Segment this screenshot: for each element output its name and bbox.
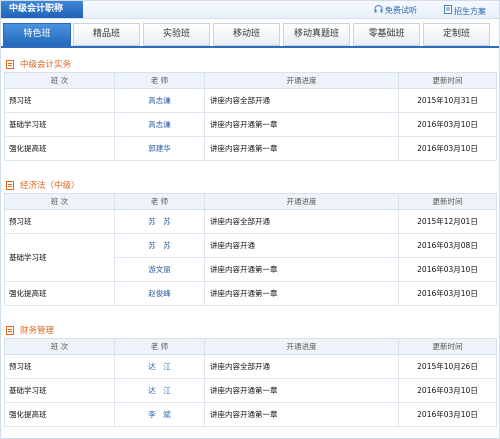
headphones-icon [374, 5, 383, 16]
col-class: 班 次 [4, 338, 115, 355]
table-row: 预习班 高志谦 讲座内容全部开通 2015年10月31日 [4, 88, 497, 113]
top-bar: 中级会计职称 免费试听 招生方案 [1, 1, 499, 19]
progress-text: 讲座内容开通第一章 [204, 281, 399, 306]
tab-premium[interactable]: 精品班 [73, 23, 140, 46]
list-icon [6, 326, 14, 335]
update-time: 2015年10月26日 [398, 354, 497, 379]
update-time: 2016年03月10日 [398, 281, 497, 306]
table-row: 强化提高班 郭建华 讲座内容开通第一章 2016年03月10日 [4, 136, 497, 161]
tab-experimental[interactable]: 实验班 [143, 23, 210, 46]
section-financial-management: 财务管理 班 次 老 师 开通进度 更新时间 预习班 达 江 讲座内容全部开通 … [4, 324, 497, 427]
table-row: 预习班 达 江 讲座内容全部开通 2015年10月26日 [4, 354, 497, 379]
free-trial-link[interactable]: 免费试听 [374, 5, 417, 16]
progress-text: 讲座内容开通第一章 [204, 402, 399, 427]
section-economic-law: 经济法（中级） 班 次 老 师 开通进度 更新时间 预习班 苏 苏 讲座内容全部… [4, 179, 497, 306]
schedule-table: 班 次 老 师 开通进度 更新时间 预习班 苏 苏 讲座内容全部开通 2015年… [4, 193, 497, 306]
col-update-time: 更新时间 [398, 72, 497, 89]
teacher-link[interactable]: 郭建华 [114, 136, 205, 161]
section-header: 财务管理 [4, 324, 496, 338]
col-update-time: 更新时间 [398, 193, 497, 210]
teacher-link[interactable]: 高志谦 [114, 112, 205, 137]
section-intermediate-accounting: 中级会计实务 班 次 老 师 开通进度 更新时间 预习班 高志谦 讲座内容全部开… [4, 58, 497, 161]
teacher-link[interactable]: 达 江 [114, 354, 205, 379]
table-row: 强化提高班 赵俊峰 讲座内容开通第一章 2016年03月10日 [4, 281, 497, 306]
class-name: 预习班 [4, 209, 115, 234]
class-name: 强化提高班 [4, 402, 115, 427]
class-name: 基础学习班 [4, 112, 115, 137]
class-name: 强化提高班 [4, 136, 115, 161]
section-header: 中级会计实务 [4, 58, 496, 72]
progress-text: 讲座内容开通第一章 [204, 257, 399, 282]
progress-text: 讲座内容全部开通 [204, 209, 399, 234]
tab-mobile-exam[interactable]: 移动真题班 [283, 23, 350, 46]
table-row: 基础学习班 苏 苏 讲座内容开通 2016年03月08日 [4, 233, 497, 282]
teacher-link[interactable]: 高志谦 [114, 88, 205, 113]
teacher-link[interactable]: 达 江 [114, 378, 205, 403]
class-name: 预习班 [4, 88, 115, 113]
tab-special[interactable]: 特色班 [3, 23, 71, 46]
tab-underline [1, 46, 499, 48]
class-name: 基础学习班 [4, 378, 115, 403]
progress-text: 讲座内容开通第一章 [204, 136, 399, 161]
section-title: 中级会计实务 [20, 60, 72, 70]
col-progress: 开通进度 [204, 72, 399, 89]
section-title: 经济法（中级） [20, 181, 80, 191]
table-row: 强化提高班 李 斌 讲座内容开通第一章 2016年03月10日 [4, 402, 497, 427]
col-teacher: 老 师 [114, 338, 205, 355]
document-icon [444, 5, 452, 17]
col-teacher: 老 师 [114, 193, 205, 210]
update-time: 2016年03月10日 [398, 257, 497, 282]
update-time: 2016年03月10日 [398, 378, 497, 403]
teacher-link[interactable]: 苏 苏 [114, 209, 205, 234]
class-name: 基础学习班 [4, 233, 115, 282]
table-header-row: 班 次 老 师 开通进度 更新时间 [4, 72, 497, 89]
section-title: 财务管理 [20, 326, 55, 336]
progress-text: 讲座内容开通第一章 [204, 112, 399, 137]
col-progress: 开通进度 [204, 338, 399, 355]
page-title: 中级会计职称 [1, 1, 83, 18]
table-row: 预习班 苏 苏 讲座内容全部开通 2015年12月01日 [4, 209, 497, 234]
table-row: 基础学习班 达 江 讲座内容开通第一章 2016年03月10日 [4, 378, 497, 403]
table-header-row: 班 次 老 师 开通进度 更新时间 [4, 193, 497, 210]
progress-text: 讲座内容开通第一章 [204, 378, 399, 403]
class-name: 预习班 [4, 354, 115, 379]
schedule-table: 班 次 老 师 开通进度 更新时间 预习班 达 江 讲座内容全部开通 2015年… [4, 338, 497, 427]
enrollment-plan-label: 招生方案 [454, 7, 486, 16]
col-update-time: 更新时间 [398, 338, 497, 355]
tab-mobile[interactable]: 移动班 [213, 23, 280, 46]
teacher-link[interactable]: 游文丽 [114, 257, 205, 282]
course-panel: 中级会计职称 免费试听 招生方案 特色班 精品班 实验班 移动班 移动真题班 零… [0, 0, 500, 439]
schedule-table: 班 次 老 师 开通进度 更新时间 预习班 高志谦 讲座内容全部开通 2015年… [4, 72, 497, 161]
section-header: 经济法（中级） [4, 179, 496, 193]
tab-zero-basis[interactable]: 零基础班 [353, 23, 420, 46]
teacher-link[interactable]: 李 斌 [114, 402, 205, 427]
progress-text: 讲座内容全部开通 [204, 88, 399, 113]
table-row: 基础学习班 高志谦 讲座内容开通第一章 2016年03月10日 [4, 112, 497, 137]
progress-text: 讲座内容全部开通 [204, 354, 399, 379]
col-teacher: 老 师 [114, 72, 205, 89]
update-time: 2015年10月31日 [398, 88, 497, 113]
free-trial-label: 免费试听 [385, 6, 417, 15]
enrollment-plan-link[interactable]: 招生方案 [444, 5, 486, 17]
list-icon [6, 181, 14, 190]
table-header-row: 班 次 老 师 开通进度 更新时间 [4, 338, 497, 355]
update-time: 2016年03月10日 [398, 402, 497, 427]
update-time: 2016年03月08日 [398, 233, 497, 258]
col-progress: 开通进度 [204, 193, 399, 210]
class-type-tabs: 特色班 精品班 实验班 移动班 移动真题班 零基础班 定制班 [3, 23, 497, 46]
col-class: 班 次 [4, 193, 115, 210]
progress-text: 讲座内容开通 [204, 233, 399, 258]
update-time: 2015年12月01日 [398, 209, 497, 234]
col-class: 班 次 [4, 72, 115, 89]
update-time: 2016年03月10日 [398, 112, 497, 137]
teacher-link[interactable]: 苏 苏 [114, 233, 205, 258]
tab-custom[interactable]: 定制班 [423, 23, 490, 46]
teacher-link[interactable]: 赵俊峰 [114, 281, 205, 306]
update-time: 2016年03月10日 [398, 136, 497, 161]
list-icon [6, 60, 14, 69]
class-name: 强化提高班 [4, 281, 115, 306]
